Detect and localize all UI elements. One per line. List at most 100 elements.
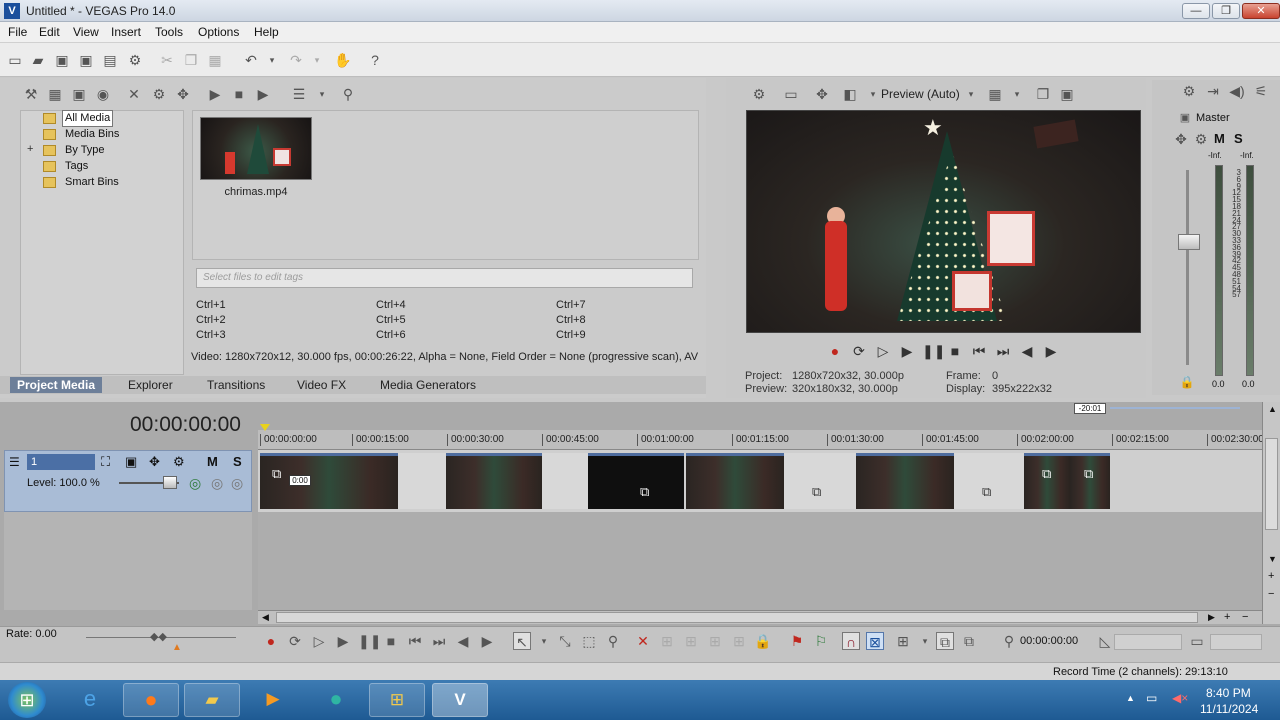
tag-input[interactable]: Select files to edit tags xyxy=(196,268,693,288)
media-thumbnail[interactable] xyxy=(200,117,312,180)
downmix-icon[interactable]: ⇥ xyxy=(1204,82,1222,100)
redo-icon[interactable]: ↷ xyxy=(287,51,305,69)
external-monitor-icon[interactable]: ▭ xyxy=(782,85,800,103)
play-media-icon[interactable]: ▶ xyxy=(206,85,224,103)
track-mute-button[interactable]: M xyxy=(207,454,218,469)
scroll-right-icon[interactable]: ▶ xyxy=(1208,612,1215,623)
selection-length-field[interactable] xyxy=(1114,634,1182,650)
ripple-dropdown-icon[interactable]: ▾ xyxy=(916,632,934,650)
copy-snapshot-icon[interactable]: ❐ xyxy=(1034,85,1052,103)
make-compositing-child-icon[interactable]: ◎ xyxy=(231,475,243,492)
speaker-icon[interactable]: ◀) xyxy=(1228,82,1246,100)
master-settings-icon[interactable]: ⚙ xyxy=(1192,130,1210,148)
playhead-marker[interactable] xyxy=(260,424,270,431)
timeline-timecode[interactable]: 00:00:00:00 xyxy=(130,413,241,437)
composite-child-icon[interactable]: ◎ xyxy=(211,475,223,492)
volume-muted-icon[interactable]: ◀× xyxy=(1172,691,1188,705)
loop-region-marker[interactable]: -20:01 xyxy=(1074,403,1106,414)
split-screen-icon[interactable]: ◧ xyxy=(841,85,859,103)
zoom-in-time-icon[interactable]: + xyxy=(1224,611,1230,623)
trim-icon[interactable]: ⊞ xyxy=(658,632,676,650)
clock-date[interactable]: 11/11/2024 xyxy=(1200,702,1258,716)
record-icon[interactable]: ● xyxy=(826,342,844,360)
video-clip[interactable] xyxy=(686,453,784,509)
previous-frame-icon[interactable]: ◀ xyxy=(454,632,472,650)
auto-preview-icon[interactable]: ✥ xyxy=(174,85,192,103)
master-mute-button[interactable]: M xyxy=(1214,131,1225,146)
stop-icon[interactable]: ■ xyxy=(382,632,400,650)
menu-edit[interactable]: Edit xyxy=(39,25,60,39)
web-icon[interactable]: ◉ xyxy=(94,85,112,103)
overlays-icon[interactable]: ▦ xyxy=(986,85,1004,103)
horizontal-scrollbar[interactable]: ◀ ▶ + − xyxy=(258,610,1263,624)
stop-icon[interactable]: ■ xyxy=(946,342,964,360)
auto-crossfade-icon[interactable]: ⧉ xyxy=(936,632,954,650)
play-icon[interactable]: ▶ xyxy=(334,632,352,650)
tab-project-media[interactable]: Project Media xyxy=(10,377,103,393)
track-settings-icon[interactable]: ⚙ xyxy=(173,454,185,470)
menu-tools[interactable]: Tools xyxy=(155,25,183,39)
menu-view[interactable]: View xyxy=(73,25,99,39)
get-media-from-web-icon[interactable]: ▣ xyxy=(70,85,88,103)
track-solo-button[interactable]: S xyxy=(233,454,242,469)
capture-video-icon[interactable]: ▦ xyxy=(46,85,64,103)
close-button[interactable]: ✕ xyxy=(1242,3,1280,19)
internet-explorer-icon[interactable]: e xyxy=(62,683,118,717)
tab-transitions[interactable]: Transitions xyxy=(207,377,265,393)
zoom-out-track-icon[interactable]: − xyxy=(1268,588,1274,600)
event-pan-crop-icon[interactable]: ⧉ xyxy=(1042,466,1051,482)
minimize-button[interactable]: — xyxy=(1182,3,1210,19)
overlays-dropdown-icon[interactable]: ▾ xyxy=(1008,85,1026,103)
video-track-header[interactable]: ☰ 1 ⛶ ▣ ✥ ⚙ M S Level: 100.0 % ◎ ◎ ◎ xyxy=(4,450,252,512)
undo-dropdown-icon[interactable]: ▾ xyxy=(263,51,281,69)
previous-frame-icon[interactable]: ◀ xyxy=(1018,342,1036,360)
vegas-taskbar-icon[interactable]: V xyxy=(432,683,488,717)
menu-file[interactable]: File xyxy=(8,25,27,39)
horizontal-scroll-thumb[interactable] xyxy=(276,612,1198,623)
mixer-properties-icon[interactable]: ⚙ xyxy=(1180,82,1198,100)
save-icon[interactable]: ▣ xyxy=(53,51,71,69)
paste-icon[interactable]: ▦ xyxy=(206,51,224,69)
track-fx-icon[interactable]: ▣ xyxy=(125,454,137,470)
cursor-position-time[interactable]: 00:00:00:00 xyxy=(1020,635,1090,647)
auto-play-icon[interactable]: ▶ xyxy=(254,85,272,103)
enable-snapping-icon[interactable]: ✋ xyxy=(334,51,352,69)
trim-end-icon[interactable]: ⊞ xyxy=(706,632,724,650)
video-clip[interactable] xyxy=(588,453,684,509)
collapse-track-icon[interactable]: ☰ xyxy=(9,455,20,469)
windows-app-icon[interactable]: ⊞ xyxy=(369,683,425,717)
views-dropdown-icon[interactable]: ▾ xyxy=(313,85,331,103)
loop-region-bar[interactable] xyxy=(1110,407,1240,409)
scroll-up-icon[interactable]: ▲ xyxy=(1268,404,1277,414)
split-icon[interactable]: ⊞ xyxy=(730,632,748,650)
next-frame-icon[interactable]: ▶ xyxy=(478,632,496,650)
preview-properties-icon[interactable]: ⚙ xyxy=(750,85,768,103)
timeline-ruler[interactable]: 00:00:00:00 00:00:15:00 00:00:30:00 00:0… xyxy=(258,430,1264,450)
level-slider-handle[interactable] xyxy=(163,476,177,489)
mixer-fx-icon[interactable]: ⚟ xyxy=(1252,82,1270,100)
selection-tool-icon[interactable]: ⬚ xyxy=(580,632,598,650)
vertical-scroll-thumb[interactable] xyxy=(1265,438,1278,530)
file-explorer-icon[interactable]: ▰ xyxy=(184,683,240,717)
chat-app-icon[interactable]: ● xyxy=(308,683,364,717)
go-to-end-icon[interactable]: ⏭ xyxy=(430,632,448,650)
lock-icon[interactable]: 🔒 xyxy=(754,632,772,650)
firefox-icon[interactable]: ● xyxy=(123,683,179,717)
preview-quality-dropdown-icon[interactable]: ▾ xyxy=(962,85,980,103)
save-snapshot-icon[interactable]: ▣ xyxy=(1058,85,1076,103)
lock-icon[interactable]: 🔒 xyxy=(1178,373,1196,391)
auto-ripple-icon[interactable]: ⊠ xyxy=(866,632,884,650)
whats-this-help-icon[interactable]: ? xyxy=(366,51,384,69)
rate-slider-handle[interactable]: ◆◆ xyxy=(150,630,167,643)
copy-icon[interactable]: ❐ xyxy=(182,51,200,69)
tab-media-generators[interactable]: Media Generators xyxy=(380,377,476,393)
clock-time[interactable]: 8:40 PM xyxy=(1206,686,1251,700)
go-to-start-icon[interactable]: ⏮ xyxy=(970,342,988,360)
undo-icon[interactable]: ↶ xyxy=(242,51,260,69)
menu-insert[interactable]: Insert xyxy=(111,25,141,39)
render-as-icon[interactable]: ▤ xyxy=(101,51,119,69)
show-hidden-icons[interactable]: ▲ xyxy=(1126,693,1135,703)
play-from-start-icon[interactable]: ▷ xyxy=(874,342,892,360)
record-icon[interactable]: ● xyxy=(262,632,280,650)
start-button[interactable]: ⊞ xyxy=(8,682,46,718)
